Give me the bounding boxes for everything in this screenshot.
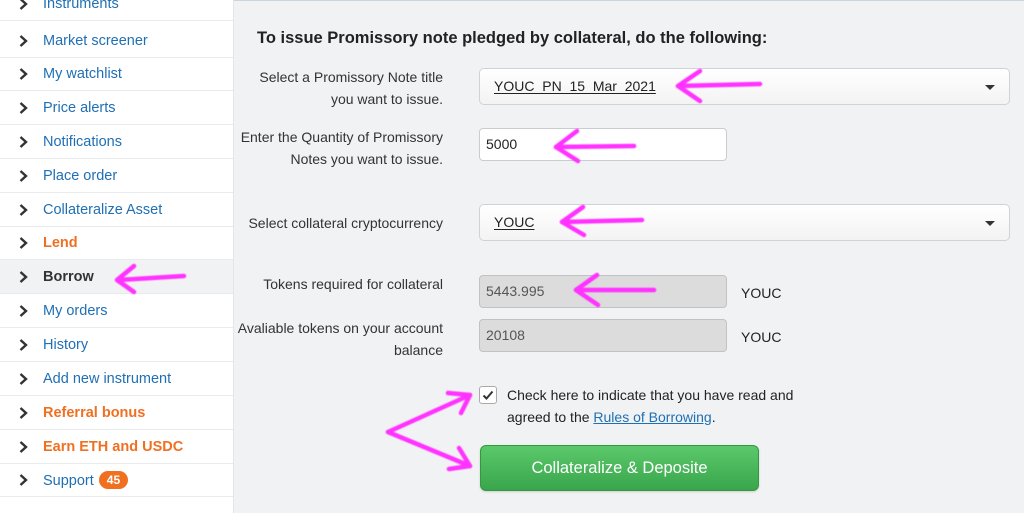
chevron-right-icon [19, 135, 28, 148]
chevron-right-icon [19, 372, 28, 385]
chevron-right-icon [19, 304, 28, 317]
sidebar-item-place-order[interactable]: Place order [0, 159, 233, 193]
agree-text: Check here to indicate that you have rea… [507, 385, 817, 428]
note-title-select[interactable]: YOUC_PN_15_Mar_2021 [479, 68, 1010, 105]
chevron-right-icon [19, 406, 28, 419]
available-tokens-field: 20108 [479, 319, 727, 352]
support-count-badge: 45 [98, 470, 129, 489]
required-tokens-label: Tokens required for collateral [263, 276, 443, 292]
sidebar-item-label: My orders [43, 302, 108, 319]
sidebar-item-label: Market screener [43, 32, 148, 49]
sidebar-item-label: Instruments [43, 0, 119, 12]
agree-checkbox[interactable] [479, 386, 497, 404]
title-field-label: Select a Promissory Note title you want … [259, 69, 443, 107]
collateral-select[interactable]: YOUC [479, 204, 1010, 241]
sidebar-item-add-new-instrument[interactable]: Add new instrument [0, 362, 233, 396]
chevron-right-icon [19, 67, 28, 80]
required-tokens-field: 5443.995 [479, 275, 727, 308]
chevron-right-icon [19, 338, 28, 351]
sidebar-item-label: Borrow [43, 268, 94, 285]
borrow-form-panel: To issue Promissory note pledged by coll… [234, 0, 1024, 513]
checkmark-icon [482, 390, 494, 400]
required-tokens-unit: YOUC [741, 285, 782, 301]
sidebar-item-instruments[interactable]: Instruments [0, 0, 233, 21]
available-tokens-label: Avaliable tokens on your account balance [237, 320, 443, 358]
sidebar-item-my-watchlist[interactable]: My watchlist [0, 57, 233, 91]
sidebar-item-label: Support [43, 472, 94, 489]
chevron-right-icon [19, 0, 28, 10]
chevron-right-icon [19, 270, 28, 283]
chevron-right-icon [19, 34, 28, 47]
chevron-down-icon [985, 221, 995, 226]
sidebar-nav: Instruments Market screener My watchlist… [0, 0, 234, 513]
sidebar-item-label: Price alerts [43, 99, 116, 116]
sidebar-item-history[interactable]: History [0, 328, 233, 362]
sidebar-item-referral-bonus[interactable]: Referral bonus [0, 396, 233, 430]
chevron-right-icon [19, 101, 28, 114]
sidebar-item-collateralize-asset[interactable]: Collateralize Asset [0, 193, 233, 227]
sidebar-item-lend[interactable]: Lend [0, 226, 233, 260]
collateralize-deposit-button[interactable]: Collateralize & Deposite [480, 445, 759, 491]
chevron-right-icon [19, 440, 28, 453]
sidebar-item-label: Place order [43, 167, 118, 184]
sidebar-item-notifications[interactable]: Notifications [0, 125, 233, 159]
sidebar-item-label: Notifications [43, 133, 122, 150]
sidebar-item-price-alerts[interactable]: Price alerts [0, 91, 233, 125]
sidebar-item-label: Earn ETH and USDC [43, 438, 184, 455]
sidebar-item-label: My watchlist [43, 65, 122, 82]
quantity-field-label: Enter the Quantity of Promissory Notes y… [240, 129, 443, 167]
sidebar-item-market-screener[interactable]: Market screener [0, 24, 233, 58]
sidebar-item-label: History [43, 336, 89, 353]
chevron-right-icon [19, 203, 28, 216]
sidebar-item-label: Lend [43, 234, 78, 251]
chevron-right-icon [19, 236, 28, 249]
collateral-selected-value: YOUC [494, 214, 535, 230]
chevron-right-icon [19, 169, 28, 182]
sidebar-item-label-wrap: Support 45 [43, 470, 129, 489]
chevron-down-icon [985, 85, 995, 90]
agree-suffix: . [711, 408, 716, 425]
quantity-input[interactable]: 5000 [479, 128, 727, 161]
sidebar-item-borrow[interactable]: Borrow [0, 260, 233, 294]
sidebar-item-label: Collateralize Asset [43, 201, 163, 218]
rules-of-borrowing-link[interactable]: Rules of Borrowing [593, 409, 711, 425]
sidebar-item-label: Add new instrument [43, 370, 172, 387]
sidebar-item-earn-eth-usdc[interactable]: Earn ETH and USDC [0, 430, 233, 464]
collateral-field-label: Select collateral cryptocurrency [248, 215, 443, 231]
chevron-right-icon [19, 473, 28, 486]
sidebar-item-my-orders[interactable]: My orders [0, 294, 233, 328]
page-title: To issue Promissory note pledged by coll… [257, 29, 768, 47]
available-tokens-unit: YOUC [741, 329, 782, 345]
sidebar-item-support[interactable]: Support 45 [0, 463, 233, 497]
sidebar-item-label: Referral bonus [43, 404, 146, 421]
note-title-selected-value: YOUC_PN_15_Mar_2021 [494, 78, 656, 94]
